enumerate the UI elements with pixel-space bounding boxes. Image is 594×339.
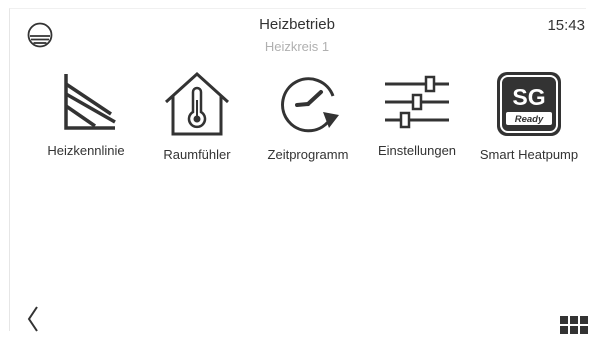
- heating-curve-icon: [64, 74, 116, 130]
- tile-label: Einstellungen: [377, 143, 457, 158]
- grid-menu-icon: [560, 316, 588, 334]
- tile-label: Raumfühler: [163, 147, 231, 162]
- tile-label: Zeitprogramm: [267, 147, 349, 162]
- page-subtitle: Heizkreis 1: [264, 39, 330, 54]
- sg-badge-text: SG: [512, 84, 545, 110]
- sg-badge-subtext: Ready: [515, 114, 544, 125]
- tile-zeitprogramm[interactable]: Zeitprogramm: [256, 70, 360, 170]
- sg-ready-icon: SG Ready: [497, 72, 561, 136]
- clock-time: 15:43: [547, 17, 585, 34]
- settings-sliders-icon: [385, 75, 449, 129]
- tile-heizkennlinie[interactable]: Heizkennlinie: [38, 70, 134, 170]
- page-title: Heizbetrieb: [259, 16, 335, 33]
- main-menu-button[interactable]: [560, 316, 588, 334]
- time-program-icon: [281, 77, 339, 133]
- tile-einstellungen[interactable]: Einstellungen: [368, 70, 466, 170]
- tile-label: Heizkennlinie: [47, 143, 125, 158]
- room-sensor-icon: [164, 71, 230, 136]
- back-button[interactable]: [24, 304, 42, 334]
- tile-label: Smart Heatpump: [479, 147, 579, 162]
- chevron-left-icon: [27, 306, 38, 332]
- tile-raumfuehler[interactable]: Raumfühler: [154, 70, 240, 170]
- tile-smart-heatpump[interactable]: SG Ready Smart Heatpump: [470, 70, 588, 170]
